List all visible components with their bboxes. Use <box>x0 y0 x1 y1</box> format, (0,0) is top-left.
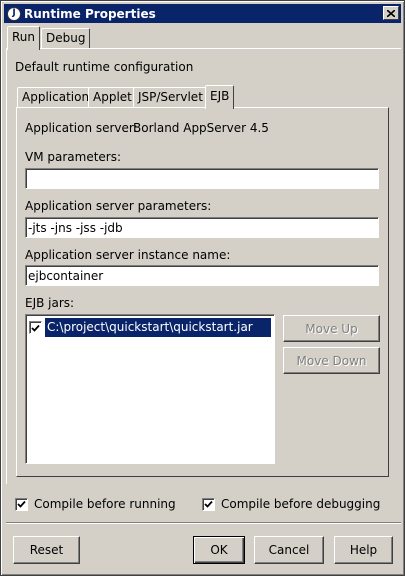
instance-name-input[interactable] <box>25 265 379 286</box>
tab-run-label: Run <box>12 30 36 44</box>
tab-applet-label: Applet <box>93 90 132 104</box>
tab-jsp-servlet[interactable]: JSP/Servlet <box>133 87 208 107</box>
compile-before-debugging-label: Compile before debugging <box>221 497 381 511</box>
help-button[interactable]: Help <box>334 536 393 564</box>
instance-name-label: Application server instance name: <box>25 248 231 262</box>
jar-path: C:\project\quickstart\quickstart.jar <box>45 318 271 337</box>
cancel-label: Cancel <box>268 543 310 557</box>
ok-label: OK <box>210 543 228 557</box>
tab-ejb-label: EJB <box>210 89 230 103</box>
tab-debug[interactable]: Debug <box>41 28 91 48</box>
window-title: Runtime Properties <box>24 6 156 21</box>
compile-before-debugging-option[interactable]: Compile before debugging <box>202 497 380 511</box>
title-bar[interactable]: J Runtime Properties <box>4 4 401 23</box>
compile-before-debugging-checkbox[interactable] <box>202 497 215 511</box>
compile-before-running-checkbox[interactable] <box>15 497 28 511</box>
section-label: Default runtime configuration <box>15 60 194 74</box>
tab-ejb[interactable]: EJB <box>205 85 235 109</box>
list-item[interactable]: C:\project\quickstart\quickstart.jar <box>29 318 271 337</box>
move-up-button[interactable]: Move Up <box>283 315 380 342</box>
move-down-label: Move Down <box>296 353 367 368</box>
checkmark-icon <box>204 500 213 508</box>
ejb-jars-list[interactable]: C:\project\quickstart\quickstart.jar <box>25 314 275 464</box>
app-server-value: Borland AppServer 4.5 <box>133 121 269 135</box>
app-icon: J <box>7 6 21 21</box>
checkmark-icon <box>31 324 40 332</box>
vm-params-label: VM parameters: <box>25 150 122 164</box>
app-server-label: Application server: <box>25 121 138 135</box>
checkmark-icon <box>17 500 26 508</box>
ok-button[interactable]: OK <box>193 536 245 564</box>
compile-before-running-label: Compile before running <box>34 497 176 511</box>
close-icon <box>387 9 395 17</box>
tab-applet[interactable]: Applet <box>88 87 137 107</box>
move-down-button[interactable]: Move Down <box>283 347 380 374</box>
ejb-jars-label: EJB jars: <box>25 296 75 310</box>
vm-params-input[interactable] <box>25 168 379 189</box>
tab-jsp-servlet-label: JSP/Servlet <box>138 90 203 104</box>
cancel-button[interactable]: Cancel <box>254 536 324 564</box>
divider <box>6 522 401 524</box>
reset-button[interactable]: Reset <box>13 536 80 564</box>
server-params-label: Application server parameters: <box>25 199 212 213</box>
jar-enabled-checkbox[interactable] <box>29 321 42 334</box>
app-icon-glyph: J <box>12 8 16 18</box>
runtime-properties-dialog: J Runtime Properties Run Debug Default r… <box>0 0 405 576</box>
tab-application-label: Application <box>22 90 90 104</box>
tab-application[interactable]: Application <box>17 87 95 107</box>
tab-debug-label: Debug <box>46 31 86 45</box>
close-button[interactable] <box>383 6 399 20</box>
server-params-input[interactable] <box>25 217 379 238</box>
move-up-label: Move Up <box>305 321 358 336</box>
tab-run[interactable]: Run <box>7 26 41 50</box>
reset-label: Reset <box>29 543 64 557</box>
help-label: Help <box>349 543 378 557</box>
compile-before-running-option[interactable]: Compile before running <box>15 497 176 511</box>
